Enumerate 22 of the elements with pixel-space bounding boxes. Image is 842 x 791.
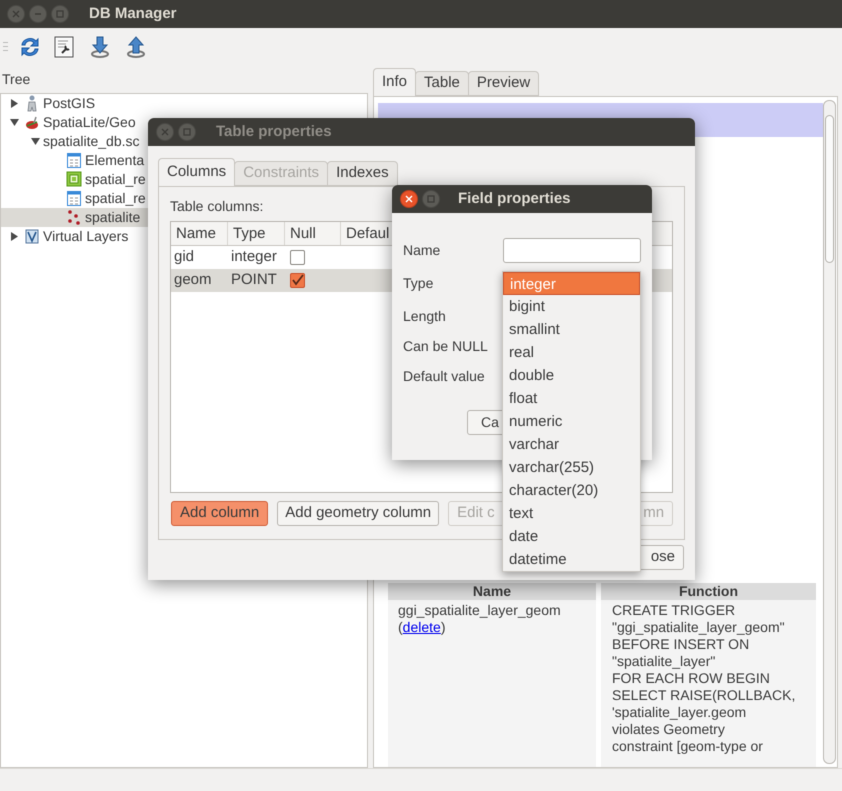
dialog-title: Table properties: [216, 122, 332, 142]
parenthesis-text: (: [398, 619, 403, 636]
table-cell-text: integer: [230, 247, 278, 268]
column-header: Null: [285, 222, 341, 245]
column-header: Type: [228, 222, 285, 245]
dialog-title: Field properties: [458, 188, 571, 209]
field-label: Can be NULL: [403, 337, 488, 356]
window-title: DB Manager: [89, 4, 177, 24]
table-cell-text: geom: [173, 270, 213, 290]
field-label: Default value: [403, 367, 485, 386]
trigger-function-text: CREATE TRIGGER "ggi_spatialite_layer_geom" BEFORE INSERT ON "spatialite_layer" FOR EACH ROW BEGIN SELECT RAISE(ROLLBACK, 'spatialite_layer.geom violates Geometry constraint [geom-type or: [612, 602, 796, 755]
field-label: Type: [403, 274, 434, 293]
table-columns-label: Table columns:: [170, 198, 264, 214]
column-header: Name: [171, 222, 228, 245]
table-cell-text: POINT: [230, 270, 278, 290]
table-cell-text: gid: [173, 247, 196, 268]
table-cell-text: ggi_spatialite_layer_geom: [398, 602, 562, 619]
field-label: Length: [403, 307, 446, 326]
column-header: Name: [388, 583, 596, 600]
tree-label: Tree: [2, 70, 30, 88]
parenthesis-text: ): [440, 619, 446, 636]
column-header: Function: [601, 583, 816, 600]
